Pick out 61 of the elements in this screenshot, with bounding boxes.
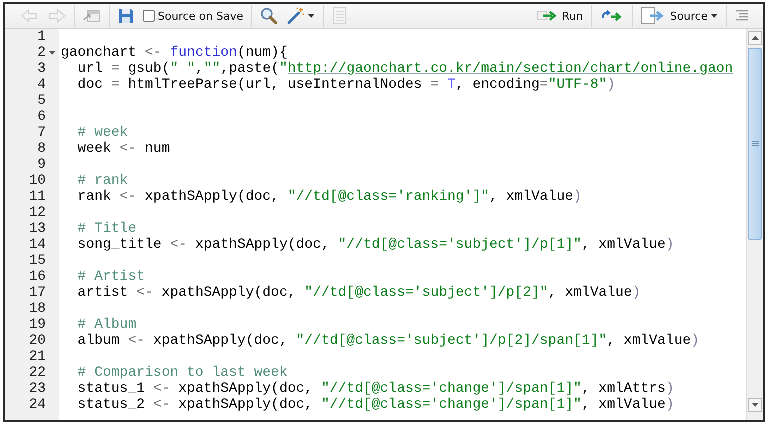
scroll-up-button[interactable] [748, 31, 762, 45]
save-icon [118, 8, 134, 24]
line-number: 14 [29, 237, 46, 253]
code-comment: # week [76, 125, 128, 141]
grip-icon [752, 141, 758, 147]
line-number: 24 [29, 397, 46, 413]
code-line: artist <- xpathSApply(doc, "//td[@class='subject']/p[2]", xmlValue) [76, 285, 641, 301]
outline-icon [735, 10, 749, 22]
code-line: doc = htmlTreeParse(url, useInternalNodes = T, encoding="UTF-8") [76, 77, 616, 93]
line-number: 17 [29, 285, 46, 301]
line-number: 18 [29, 301, 46, 317]
code-line: album <- xpathSApply(doc, "//td[@class='subject']/p[2]/span[1]", xmlValue) [76, 333, 700, 349]
code-comment: # Artist [76, 269, 146, 285]
line-number: 12 [29, 205, 46, 221]
fold-caret-icon[interactable] [48, 51, 56, 55]
line-number: 9 [38, 157, 46, 173]
code-line: status_1 <- xpathSApply(doc, "//td[@class='change']/span[1]", xmlAttrs) [76, 381, 674, 397]
source-button[interactable]: Source [638, 5, 721, 27]
code-comment: # Title [76, 221, 137, 237]
run-arrow-icon [537, 10, 560, 22]
search-icon [260, 7, 278, 25]
new-window-icon [83, 8, 101, 24]
down-arrow-icon [752, 403, 758, 407]
notebook-icon [332, 7, 348, 25]
line-number: 11 [29, 189, 46, 205]
code-comment: # Comparison to last week [76, 365, 288, 381]
line-number: 22 [29, 365, 46, 381]
line-number: 1 [38, 29, 46, 45]
code-comment: # Album [76, 317, 137, 333]
line-number: 3 [38, 61, 46, 77]
line-number: 7 [38, 125, 46, 141]
rerun-icon [600, 9, 624, 23]
scrollbar-thumb[interactable] [748, 48, 762, 240]
vertical-scrollbar[interactable] [746, 29, 763, 420]
forward-icon [48, 9, 66, 23]
line-number: 23 [29, 381, 46, 397]
back-icon [21, 9, 39, 23]
code-line: status_2 <- xpathSApply(doc, "//td[@class='change']/span[1]", xmlValue) [76, 397, 674, 413]
line-number: 16 [29, 269, 46, 285]
line-number: 6 [38, 109, 46, 125]
source-on-save-checkbox[interactable]: Source on Save [140, 5, 246, 27]
line-number: 15 [29, 253, 46, 269]
line-number: 2 [38, 45, 46, 61]
line-number: 10 [29, 173, 46, 189]
magic-wand-icon [287, 7, 306, 25]
line-number: 4 [38, 77, 46, 93]
line-number: 8 [38, 141, 46, 157]
line-number: 21 [29, 349, 46, 365]
run-button[interactable]: Run [534, 5, 586, 27]
scroll-down-button[interactable] [748, 398, 762, 412]
up-arrow-icon [752, 36, 758, 40]
line-number: 5 [38, 93, 46, 109]
code-line: song_title <- xpathSApply(doc, "//td[@class='subject']/p[1]", xmlValue) [76, 237, 674, 253]
line-number: 19 [29, 317, 46, 333]
code-line: rank <- xpathSApply(doc, "//td[@class='ranking']", xmlValue) [76, 189, 582, 205]
line-number: 20 [29, 333, 46, 349]
code-line: gaonchart <- function(num){ [61, 45, 288, 61]
code-line: week <- num [76, 141, 170, 157]
code-line: url = gsub(" ","",paste("http://gaonchart.co.kr/main/section/chart/online.gaon [76, 61, 734, 77]
code-comment: # rank [76, 173, 128, 189]
line-number: 13 [29, 221, 46, 237]
